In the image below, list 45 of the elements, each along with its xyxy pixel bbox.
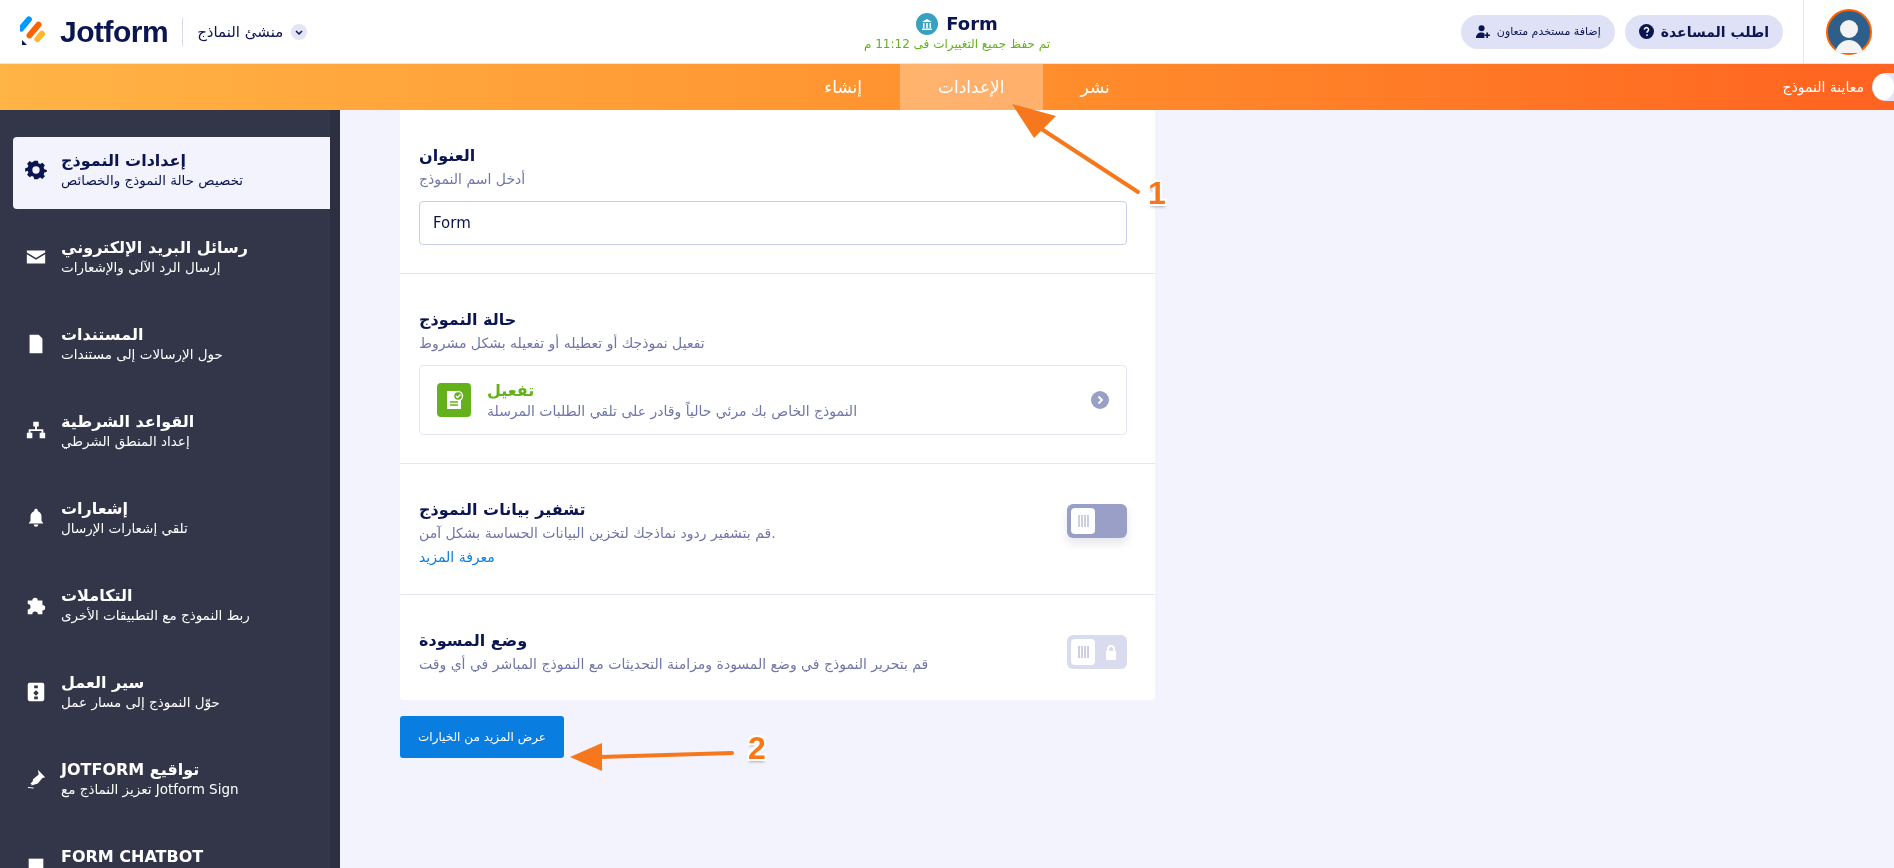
sidebar-item[interactable]: التكاملات ربط النموذج مع التطبيقات الأخرى <box>13 572 330 644</box>
sidebar-item[interactable]: رسائل البريد الإلكتروني إرسال الرد الآلي والإشعارات <box>13 224 330 296</box>
section-title: العنوان <box>419 146 477 165</box>
sidebar-item[interactable]: JOTFORM تواقيع تعزيز النماذج مع Jotform Sign <box>13 746 330 818</box>
annotation-number: 2 <box>748 732 766 764</box>
learn-more-link[interactable]: معرفة المزيد <box>419 549 495 565</box>
chevron-down-icon <box>291 23 308 40</box>
gear-icon <box>25 159 47 181</box>
form-check-icon <box>437 383 471 417</box>
bank-icon <box>916 12 939 35</box>
toggle-switch[interactable] <box>1067 504 1127 538</box>
form-title[interactable]: Form <box>946 13 998 34</box>
invite-button[interactable]: إضافة مستخدم متعاون <box>1460 14 1615 49</box>
help-button[interactable]: اطلب المساعدة <box>1624 14 1783 49</box>
product-menu[interactable]: منشئ النماذج <box>197 22 308 41</box>
sidebar-item[interactable]: القواعد الشرطية إعداد المنطق الشرطي <box>13 398 330 470</box>
sidebar-item[interactable]: سير العمل حوّل النموذج إلى مسار عمل <box>13 659 330 731</box>
section-description: أدخل اسم النموذج <box>419 171 527 187</box>
sidebar-item[interactable]: إعدادات النموذج تخصيص حالة النموذج والخصائص <box>13 137 330 209</box>
help-icon <box>1638 24 1654 39</box>
sidebar-item[interactable]: المستندات حول الإرسالات إلى مستندات <box>13 311 330 383</box>
section-title: تشفير بيانات النموذج <box>419 500 587 519</box>
preview-label: معاينة النموذج <box>1782 79 1864 95</box>
add-user-icon <box>1474 24 1490 39</box>
save-status: تم حفظ جميع التغييرات فى 11:12 م <box>863 36 1051 51</box>
workflow-icon <box>25 681 47 703</box>
status-selector[interactable]: تفعيل النموذج الخاص بك مرئي حالياً وقادر على تلقي الطلبات المرسلة <box>419 365 1127 435</box>
annotation-number: 1 <box>1148 177 1166 209</box>
section-title: حالة النموذج <box>419 310 518 329</box>
section-title: وضع المسودة <box>419 631 529 650</box>
pen-icon <box>25 768 47 790</box>
status-label: تفعيل <box>487 381 536 400</box>
section-description: قم بتحرير النموذج في وضع المسودة ومزامنة التحديثات مع النموذج المباشر في أي وقت <box>419 656 930 672</box>
title-input-field[interactable]: Form <box>419 201 1127 245</box>
section-description: قم بتشفير ردود نماذجك لتخزين البيانات الحساسة بشكل آمن. <box>419 525 777 541</box>
lock-icon <box>1104 644 1118 660</box>
preview-toggle[interactable] <box>1872 73 1894 101</box>
chevron-right-icon <box>1091 391 1109 409</box>
logo-text: Jotform <box>60 14 169 49</box>
section-description: تفعيل نموذجك أو تعطيله أو تفعيله بشكل مشروط <box>419 335 706 351</box>
sidebar-item[interactable]: إشعارات تلقي إشعارات الإرسال <box>13 485 330 557</box>
show-more-button[interactable]: عرض المزيد من الخيارات <box>400 716 564 758</box>
sidebar-item[interactable]: FORM CHATBOT <box>13 833 330 868</box>
avatar[interactable] <box>1826 8 1872 55</box>
status-description: النموذج الخاص بك مرئي حالياً وقادر على تلقي الطلبات المرسلة <box>487 403 858 419</box>
